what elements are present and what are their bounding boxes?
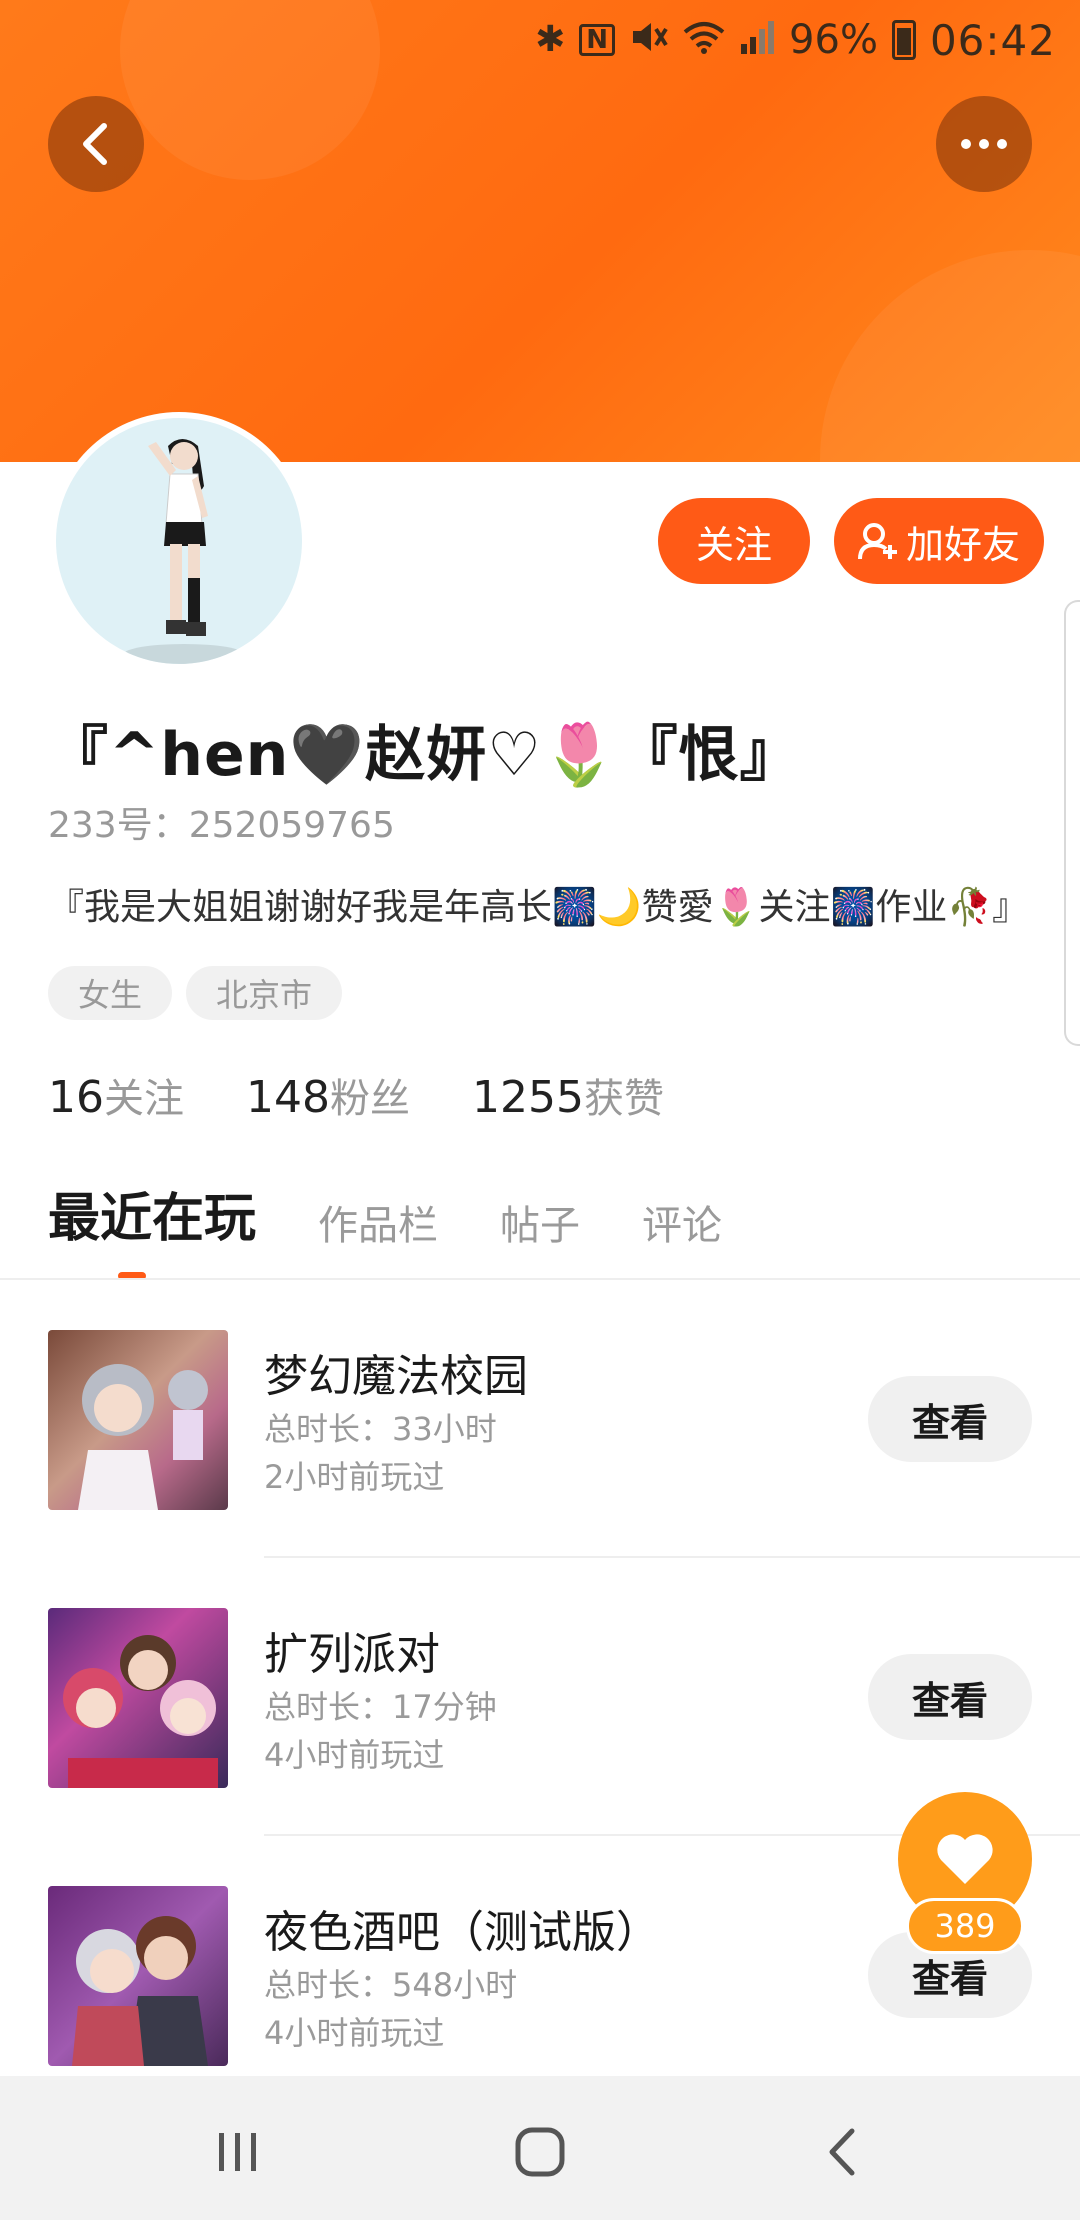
more-dots-icon [961,139,1007,149]
avatar-image [56,418,302,664]
tag-gender: 女生 [48,966,173,1020]
stat-likes-label: 获赞 [583,1076,664,1122]
back-arrow-icon [829,2128,855,2176]
like-count-badge: 389 [906,1898,1024,1954]
game-duration: 总时长：33小时 [264,1410,497,1448]
clock: 06:42 [929,15,1056,65]
tab-works[interactable]: 作品栏 [318,1193,438,1261]
game-thumbnail [48,1886,228,2066]
stat-following[interactable]: 16关注 [48,1066,184,1124]
profile-bio: 『我是大姐姐谢谢好我是年高长🎆🌙赞愛🌷关注🎆作业🥀』 [48,887,1029,928]
game-title: 梦幻魔法校园 [264,1351,528,1402]
wifi-icon [683,20,725,61]
profile-header-banner: ✱ N 96% 06:42 [0,0,1080,462]
system-nav-bar [0,2076,1080,2220]
stat-fans-count: 148 [246,1072,330,1123]
battery-percentage: 96% [789,17,878,63]
banner-decoration [820,250,1080,462]
view-button[interactable]: 查看 [868,1654,1032,1740]
game-duration: 总时长：548小时 [264,1966,518,2004]
stat-following-count: 16 [48,1072,104,1123]
mute-icon [629,19,669,62]
add-user-icon [857,523,897,560]
stat-likes-count: 1255 [471,1072,584,1123]
game-duration: 总时长：17分钟 [264,1688,497,1726]
tab-recent-playing[interactable]: 最近在玩 [48,1176,256,1261]
profile-name: 『^hen🖤赵妍♡🌷『恨』 [48,720,801,790]
stat-fans-label: 粉丝 [329,1076,410,1122]
status-bar: ✱ N 96% 06:42 [535,10,1056,70]
banner-decoration [120,0,380,180]
game-thumbnail [48,1330,228,1510]
home-icon [515,2127,565,2177]
profile-uid: 233号：252059765 [48,805,395,846]
nfc-icon: N [579,24,616,56]
recent-apps-icon [219,2133,256,2171]
recent-apps-button[interactable] [198,2112,278,2192]
back-button[interactable] [48,96,144,192]
signal-icon [739,20,775,61]
stat-fans[interactable]: 148粉丝 [246,1066,410,1124]
heart-icon [937,1834,993,1884]
game-title: 夜色酒吧（测试版） [264,1907,660,1958]
battery-icon [891,20,916,60]
game-thumbnail [48,1608,228,1788]
stat-likes: 1255获赞 [472,1066,664,1124]
profile-tabs: 最近在玩 作品栏 帖子 评论 [48,1176,722,1261]
game-last-played: 2小时前玩过 [264,1458,445,1496]
avatar[interactable] [50,412,308,670]
side-panel-handle[interactable] [1064,600,1080,1046]
add-friend-label: 加好友 [905,522,1020,567]
tab-comments[interactable]: 评论 [642,1193,722,1261]
home-button[interactable] [500,2112,580,2192]
system-back-button[interactable] [802,2112,882,2192]
more-options-button[interactable] [936,96,1032,192]
chevron-left-icon [83,123,107,165]
bluetooth-icon: ✱ [535,19,566,60]
profile-stats: 16关注 148粉丝 1255获赞 [48,1066,664,1124]
list-item[interactable]: 扩列派对 总时长：17分钟 4小时前玩过 查看 [0,1558,1080,1836]
tag-location: 北京市 [186,966,343,1020]
game-last-played: 4小时前玩过 [264,1736,445,1774]
list-item[interactable]: 梦幻魔法校园 总时长：33小时 2小时前玩过 查看 [0,1280,1080,1558]
game-last-played: 4小时前玩过 [264,2014,445,2052]
follow-button[interactable]: 关注 [658,498,810,584]
add-friend-button[interactable]: 加好友 [834,498,1044,584]
profile-tags: 女生 北京市 [48,966,343,1020]
game-title: 扩列派对 [264,1629,440,1680]
tab-posts[interactable]: 帖子 [500,1193,580,1261]
view-button[interactable]: 查看 [868,1376,1032,1462]
follow-button-label: 关注 [695,522,772,567]
stat-following-label: 关注 [104,1076,184,1122]
